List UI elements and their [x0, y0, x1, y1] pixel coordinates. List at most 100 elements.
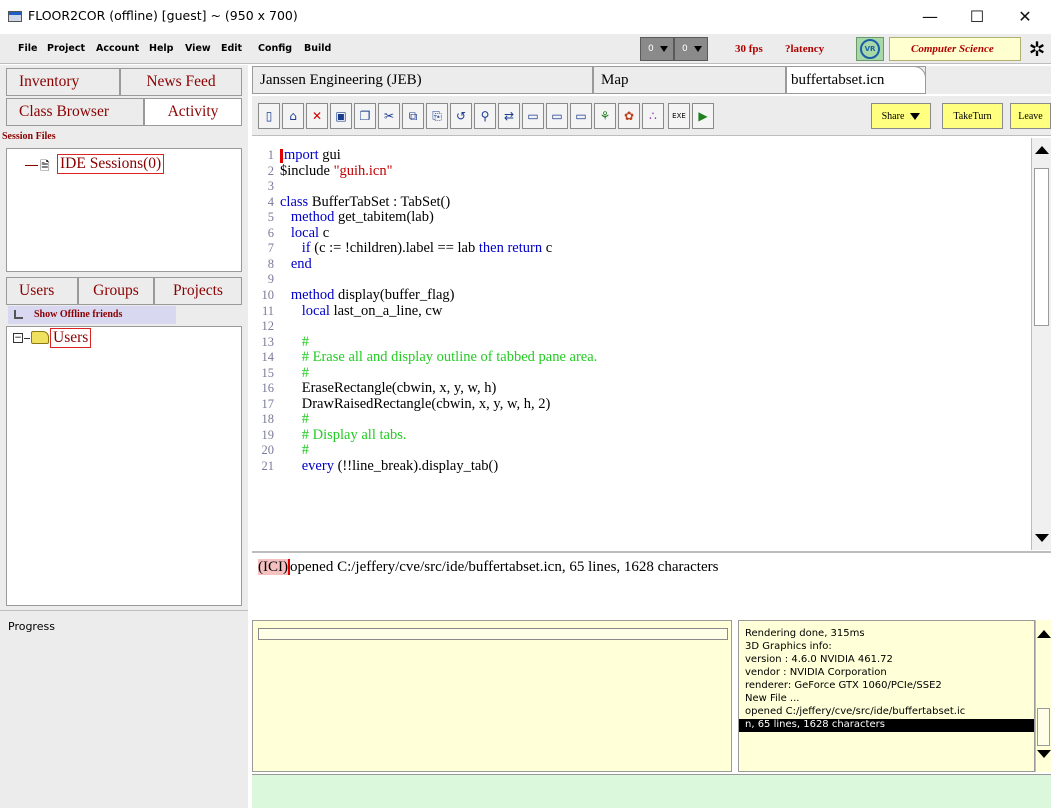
code-token: return	[507, 240, 543, 257]
menu-account[interactable]: Account	[96, 43, 139, 54]
tab-buffertabset[interactable]: buffertabset.icn	[786, 66, 926, 94]
replace-icon[interactable]: ⇄	[498, 103, 520, 129]
code-line: 15 #	[252, 364, 310, 381]
users-tree: − Users	[6, 326, 242, 606]
tab-users[interactable]: Users	[6, 277, 78, 305]
menu-help[interactable]: Help	[149, 43, 173, 54]
chevron-down-icon	[659, 46, 668, 52]
menu-edit[interactable]: Edit	[221, 43, 242, 54]
users-node[interactable]: Users	[50, 328, 92, 348]
line-number: 1	[267, 148, 274, 162]
tab-activity[interactable]: Activity	[144, 98, 242, 126]
find-icon[interactable]: ⚲	[474, 103, 496, 129]
menu-build[interactable]: Build	[304, 43, 331, 54]
exe-icon[interactable]: EXE	[668, 103, 690, 129]
code-token: end	[290, 255, 312, 272]
minimize-button[interactable]: —	[907, 0, 953, 32]
copy-icon[interactable]: ⧉	[402, 103, 424, 129]
line-number: 7	[267, 241, 274, 256]
tab-map[interactable]: Map	[593, 66, 786, 94]
tree-icon[interactable]: ⚘	[594, 103, 616, 129]
line-number: 21	[261, 459, 275, 473]
line-number: 3	[267, 179, 274, 194]
collapse-icon[interactable]: −	[13, 333, 23, 343]
show-offline-label: Show Offline friends	[34, 309, 123, 320]
tab-projects[interactable]: Projects	[154, 277, 242, 305]
code-editor[interactable]: 1 import gui 2 $include "guih.icn" 3 4 class B…	[252, 138, 1031, 550]
scroll-down-icon[interactable]	[1035, 534, 1049, 542]
menu-project[interactable]: Project	[47, 43, 85, 54]
tab-news-feed[interactable]: News Feed	[120, 68, 242, 96]
fps-indicator: 30 fps	[735, 43, 763, 55]
code-token: gui	[318, 147, 341, 163]
scroll-thumb[interactable]	[1034, 168, 1049, 326]
menu-bar: File Project Account Help View Edit Conf…	[0, 34, 1051, 64]
delete-icon[interactable]: ✕	[306, 103, 328, 129]
close-button[interactable]: ✕	[1002, 0, 1048, 32]
dropdown-a-value: 0	[648, 44, 654, 54]
run-icon[interactable]: ▶	[692, 103, 714, 129]
message-area: (ICI) opened C:/jeffery/cve/src/ide/buffe…	[252, 551, 1051, 617]
share-button[interactable]: Share	[871, 103, 931, 129]
leave-button[interactable]: Leave	[1010, 103, 1051, 129]
latency-indicator: ?latency	[785, 43, 825, 55]
dots-icon[interactable]: ∴	[642, 103, 664, 129]
console-line: vendor : NVIDIA Corporation	[745, 667, 887, 678]
save-all-icon[interactable]: ❐	[354, 103, 376, 129]
window-a-icon[interactable]: ▭	[522, 103, 544, 129]
scroll-up-icon[interactable]	[1035, 146, 1049, 154]
menu-view[interactable]: View	[185, 43, 211, 54]
console-line: New File ...	[745, 693, 800, 704]
palette-icon[interactable]: ✿	[618, 103, 640, 129]
save-icon[interactable]: ▣	[330, 103, 352, 129]
code-token: method	[290, 286, 335, 303]
paste-icon[interactable]: ⎘	[426, 103, 448, 129]
console-scrollbar[interactable]	[1035, 620, 1051, 772]
undo-icon[interactable]: ↺	[450, 103, 472, 129]
dropdown-a[interactable]: 0	[640, 37, 674, 61]
document-icon: 🗎	[40, 159, 50, 173]
show-offline-row[interactable]: Show Offline friends	[8, 306, 176, 324]
session-files-tree: 🗎 IDE Sessions(0)	[6, 148, 242, 272]
scroll-down-icon[interactable]	[1037, 750, 1051, 758]
code-line: 6 local c	[252, 225, 329, 241]
maximize-button[interactable]: ☐	[954, 0, 1000, 32]
checkbox-icon[interactable]	[14, 310, 23, 319]
new-file-icon[interactable]: ▯	[258, 103, 280, 129]
code-scrollbar[interactable]	[1031, 138, 1051, 550]
window-b-icon[interactable]: ▭	[546, 103, 568, 129]
line-number: 2	[267, 163, 274, 178]
scroll-thumb[interactable]	[1037, 708, 1050, 746]
line-number: 9	[267, 272, 274, 287]
cve-logo-mark: VR	[860, 39, 880, 59]
code-line: 9	[252, 271, 280, 287]
menu-config[interactable]: Config	[258, 43, 292, 54]
code-token: #	[301, 364, 309, 381]
menu-file[interactable]: File	[18, 43, 37, 54]
open-folder-icon[interactable]: ⌂	[282, 103, 304, 129]
tab-groups[interactable]: Groups	[78, 277, 154, 305]
window-c-icon[interactable]: ▭	[570, 103, 592, 129]
code-token: every	[301, 458, 334, 474]
line-number: 13	[261, 334, 275, 349]
line-number: 20	[261, 443, 275, 458]
console-line: 3D Graphics info:	[745, 641, 832, 652]
window-title: FLOOR2COR (offline) [guest] ~ (950 x 700…	[28, 8, 298, 23]
tab-janssen-engineering[interactable]: Janssen Engineering (JEB)	[252, 66, 593, 94]
code-line: 14 # Erase all and display outline of ta…	[252, 349, 598, 365]
tab-class-browser[interactable]: Class Browser	[6, 98, 144, 126]
code-line: 1 import gui	[252, 147, 341, 163]
code-token: get_tabitem(lab)	[334, 209, 434, 226]
scroll-up-icon[interactable]	[1037, 630, 1051, 638]
cut-icon[interactable]: ✂	[378, 103, 400, 129]
tab-inventory[interactable]: Inventory	[6, 68, 120, 96]
take-turn-button[interactable]: TakeTurn	[942, 103, 1003, 129]
dropdown-b[interactable]: 0	[674, 37, 708, 61]
console-output: Rendering done, 315ms 3D Graphics info: v…	[738, 620, 1035, 772]
ide-sessions-node[interactable]: IDE Sessions(0)	[57, 154, 165, 174]
